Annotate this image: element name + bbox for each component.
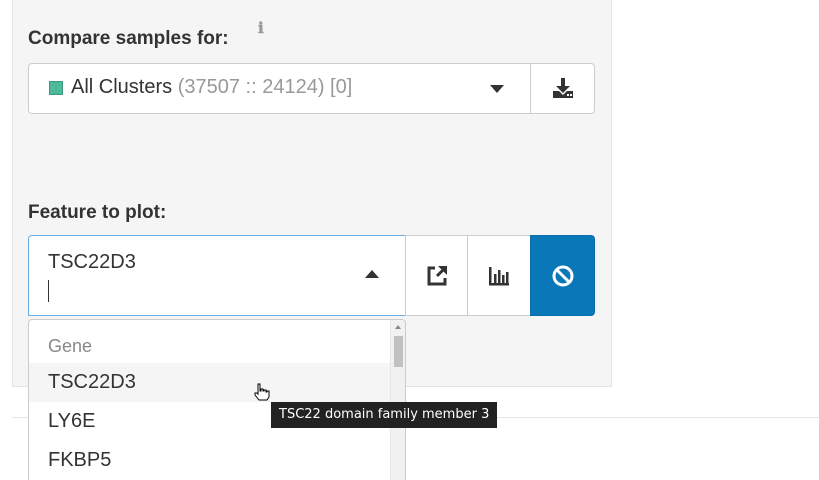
cluster-color-swatch xyxy=(49,81,63,95)
gene-tooltip: TSC22 domain family member 3 xyxy=(271,402,498,428)
sample-select-value: All Clusters (37507 :: 24124) [0] xyxy=(71,76,352,99)
feature-to-plot-label: Feature to plot: xyxy=(28,202,167,223)
scrollbar-thumb[interactable] xyxy=(394,336,403,367)
feature-select-value: TSC22D3 xyxy=(48,251,136,273)
dropdown-group-header: Gene xyxy=(48,336,93,356)
sample-name: All Clusters xyxy=(71,76,173,98)
external-link-icon xyxy=(427,265,447,285)
dropdown-option-tsc22d3[interactable]: TSC22D3 xyxy=(29,363,391,402)
bar-chart-icon xyxy=(489,266,509,285)
download-icon xyxy=(553,78,573,98)
download-button[interactable] xyxy=(530,63,595,114)
feature-select[interactable]: TSC22D3 xyxy=(28,235,406,316)
compare-samples-label: Compare samples for: xyxy=(28,28,229,49)
sample-select[interactable]: All Clusters (37507 :: 24124) [0] xyxy=(28,63,531,114)
feature-dropdown-menu: Gene TSC22D3 LY6E FKBP5 xyxy=(28,319,406,480)
chevron-down-icon[interactable] xyxy=(490,85,504,93)
search-input-caret[interactable] xyxy=(48,280,49,302)
dropdown-option-fkbp5[interactable]: FKBP5 xyxy=(29,441,391,480)
plot-chart-button[interactable] xyxy=(467,235,531,316)
clear-feature-button[interactable] xyxy=(530,235,595,316)
info-icon[interactable]: ℹ xyxy=(258,19,264,37)
ban-icon xyxy=(552,265,573,286)
dropdown-scrollbar[interactable] xyxy=(390,320,405,480)
chevron-up-icon[interactable] xyxy=(365,270,379,278)
open-external-button[interactable] xyxy=(405,235,468,316)
hand-pointer-icon xyxy=(254,383,270,401)
sample-counts: (37507 :: 24124) xyxy=(177,76,325,98)
sample-extra: [0] xyxy=(330,76,353,98)
scroll-up-arrow-icon[interactable] xyxy=(395,325,401,329)
